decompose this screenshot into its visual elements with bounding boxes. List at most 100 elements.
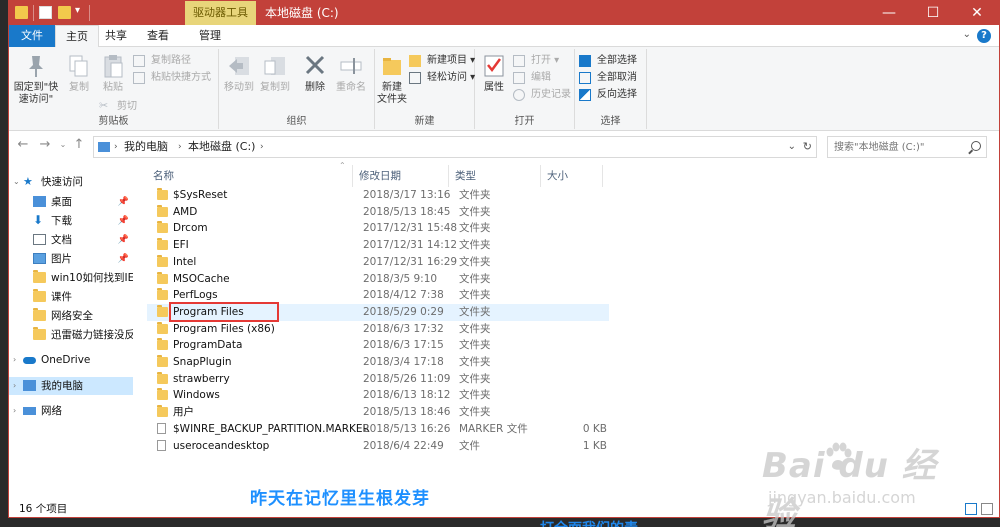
column-header-date[interactable]: 修改日期 xyxy=(353,165,449,187)
file-row[interactable]: strawberry 2018/5/26 11:09 文件夹 xyxy=(147,371,609,388)
nav-onedrive[interactable]: › OneDrive xyxy=(9,351,133,369)
nav-downloads[interactable]: ⬇ 下载 📌 xyxy=(9,212,133,230)
nav-folder-courseware[interactable]: 课件 xyxy=(9,288,133,306)
history-button[interactable]: 历史记录 xyxy=(513,87,571,103)
customize-quick-access-icon[interactable]: ▾ xyxy=(75,5,80,16)
copy-to-button[interactable]: 复制到 xyxy=(257,51,293,94)
pin-quick-access-button[interactable]: 固定到"快 速访问" xyxy=(11,51,61,106)
new-group: 新建 文件夹 新建项目 ▾ 轻松访问 ▾ 新建 xyxy=(375,49,475,129)
file-row[interactable]: Program Files 2018/5/29 0:29 文件夹 xyxy=(147,301,609,322)
breadcrumb-chevron-icon[interactable]: › xyxy=(114,137,118,157)
close-button[interactable]: ✕ xyxy=(955,1,999,25)
nav-folder-network-security[interactable]: 网络安全 xyxy=(9,307,133,325)
address-dropdown-icon[interactable]: ⌄ xyxy=(788,137,796,157)
new-folder-button[interactable]: 新建 文件夹 xyxy=(375,51,409,106)
breadcrumb-local-disk[interactable]: 本地磁盘 (C:) xyxy=(188,137,255,157)
nav-network[interactable]: › 网络 xyxy=(9,402,133,420)
column-header-type[interactable]: 类型 xyxy=(449,165,541,187)
select-none-button[interactable]: 全部取消 xyxy=(579,70,637,86)
up-arrow-icon[interactable]: ↑ xyxy=(71,137,87,153)
tab-file[interactable]: 文件 xyxy=(9,25,55,47)
recent-locations-chevron-icon[interactable]: ⌄ xyxy=(55,137,71,153)
search-box[interactable] xyxy=(827,136,987,158)
nav-quick-access[interactable]: ⌄ ★ 快速访问 xyxy=(9,173,133,191)
new-item-button[interactable]: 新建项目 ▾ xyxy=(409,53,475,69)
file-row[interactable]: Drcom 2017/12/31 15:48 文件夹 xyxy=(147,220,609,237)
nav-folder-thunder[interactable]: 迅雷磁力链接没反应 xyxy=(9,326,133,344)
pin-icon[interactable]: 📌 xyxy=(118,212,129,230)
file-name: ProgramData xyxy=(173,339,243,352)
minimize-button[interactable]: — xyxy=(867,1,911,25)
forward-arrow-icon[interactable]: → xyxy=(37,137,53,153)
tab-home[interactable]: 主页 xyxy=(55,25,99,48)
search-icon[interactable] xyxy=(971,141,981,151)
refresh-icon[interactable]: ↻ xyxy=(803,137,812,157)
breadcrumb-chevron-icon[interactable]: › xyxy=(260,137,264,157)
paste-button[interactable]: 粘贴 xyxy=(95,51,131,94)
expand-chevron-icon[interactable]: › xyxy=(13,402,16,420)
drive-tools-context-tab[interactable]: 驱动器工具 xyxy=(185,1,256,25)
nav-documents[interactable]: 文档 📌 xyxy=(9,231,133,249)
file-row[interactable]: Intel 2017/12/31 16:29 文件夹 xyxy=(147,254,609,271)
file-row[interactable]: Windows 2018/6/13 18:12 文件夹 xyxy=(147,387,609,404)
breadcrumb-chevron-icon[interactable]: › xyxy=(178,137,182,157)
nav-this-pc[interactable]: › 我的电脑 xyxy=(9,377,133,395)
properties-button[interactable]: 属性 xyxy=(477,51,511,94)
folder-icon xyxy=(157,338,168,351)
file-row[interactable]: ProgramData 2018/6/3 17:15 文件夹 xyxy=(147,337,609,354)
column-header-name[interactable]: 名称 xyxy=(147,165,353,187)
large-icons-view-icon[interactable] xyxy=(981,503,993,515)
nav-label: 我的电脑 xyxy=(41,380,83,392)
file-row[interactable]: $WINRE_BACKUP_PARTITION.MARKER 2018/5/13 … xyxy=(147,421,609,438)
nav-pictures[interactable]: 图片 📌 xyxy=(9,250,133,268)
invert-selection-button[interactable]: 反向选择 xyxy=(579,87,637,103)
column-header-size[interactable]: 大小 xyxy=(541,165,603,187)
rename-button[interactable]: 重命名 xyxy=(331,51,371,94)
help-icon[interactable]: ? xyxy=(977,29,991,43)
new-item-icon xyxy=(409,55,421,67)
pin-icon[interactable]: 📌 xyxy=(118,231,129,249)
move-to-button[interactable]: 移动到 xyxy=(221,51,257,94)
file-row[interactable]: AMD 2018/5/13 18:45 文件夹 xyxy=(147,204,609,221)
address-bar[interactable]: › 我的电脑 › 本地磁盘 (C:) › ⌄ ↻ xyxy=(93,136,817,158)
folder-icon xyxy=(157,288,168,301)
delete-label: 删除 xyxy=(305,82,325,93)
search-input[interactable] xyxy=(834,137,970,157)
file-row[interactable]: SnapPlugin 2018/3/4 17:18 文件夹 xyxy=(147,354,609,371)
ribbon-tabs: 文件 主页 共享 查看 管理 ⌄ ? xyxy=(9,25,999,48)
nav-desktop[interactable]: 桌面 📌 xyxy=(9,193,133,211)
file-type: 文件夹 xyxy=(459,356,491,368)
tab-manage[interactable]: 管理 xyxy=(189,25,231,47)
edit-button[interactable]: 编辑 xyxy=(513,70,551,86)
delete-button[interactable]: 删除 xyxy=(297,51,333,94)
file-row[interactable]: $SysReset 2018/3/17 13:16 文件夹 xyxy=(147,187,609,204)
file-row[interactable]: 用户 2018/5/13 18:46 文件夹 xyxy=(147,404,609,421)
expand-chevron-icon[interactable]: ⌄ xyxy=(13,173,20,191)
file-row[interactable]: EFI 2017/12/31 14:12 文件夹 xyxy=(147,237,609,254)
back-arrow-icon[interactable]: ← xyxy=(15,137,31,153)
maximize-button[interactable]: ☐ xyxy=(911,1,955,25)
new-folder-quick-icon[interactable] xyxy=(58,6,71,19)
pin-icon[interactable]: 📌 xyxy=(118,193,129,211)
paste-shortcut-button[interactable]: 粘贴快捷方式 xyxy=(133,70,211,86)
copy-path-button[interactable]: 复制路径 xyxy=(133,53,191,69)
file-row[interactable]: useroceandesktop 2018/6/4 22:49 文件 1 KB xyxy=(147,438,609,455)
file-name: useroceandesktop xyxy=(173,439,270,452)
properties-quick-icon[interactable] xyxy=(39,6,52,19)
details-view-icon[interactable] xyxy=(965,503,977,515)
expand-chevron-icon[interactable]: › xyxy=(13,351,16,369)
tab-view[interactable]: 查看 xyxy=(137,25,179,47)
pin-icon[interactable]: 📌 xyxy=(118,250,129,268)
tab-share[interactable]: 共享 xyxy=(95,25,137,47)
file-row[interactable]: MSOCache 2018/3/5 9:10 文件夹 xyxy=(147,271,609,288)
select-all-button[interactable]: 全部选择 xyxy=(579,53,637,69)
breadcrumb-this-pc[interactable]: 我的电脑 xyxy=(124,137,168,157)
nav-folder-ie[interactable]: win10如何找到IE浏 xyxy=(9,269,133,287)
expand-chevron-icon[interactable]: › xyxy=(13,377,16,395)
file-type: 文件夹 xyxy=(459,205,491,218)
file-row[interactable]: Program Files (x86) 2018/6/3 17:32 文件夹 xyxy=(147,321,609,338)
copy-button[interactable]: 复制 xyxy=(61,51,97,94)
expand-ribbon-icon[interactable]: ⌄ xyxy=(963,29,971,40)
open-button[interactable]: 打开 ▾ xyxy=(513,53,559,69)
easy-access-button[interactable]: 轻松访问 ▾ xyxy=(409,70,475,86)
